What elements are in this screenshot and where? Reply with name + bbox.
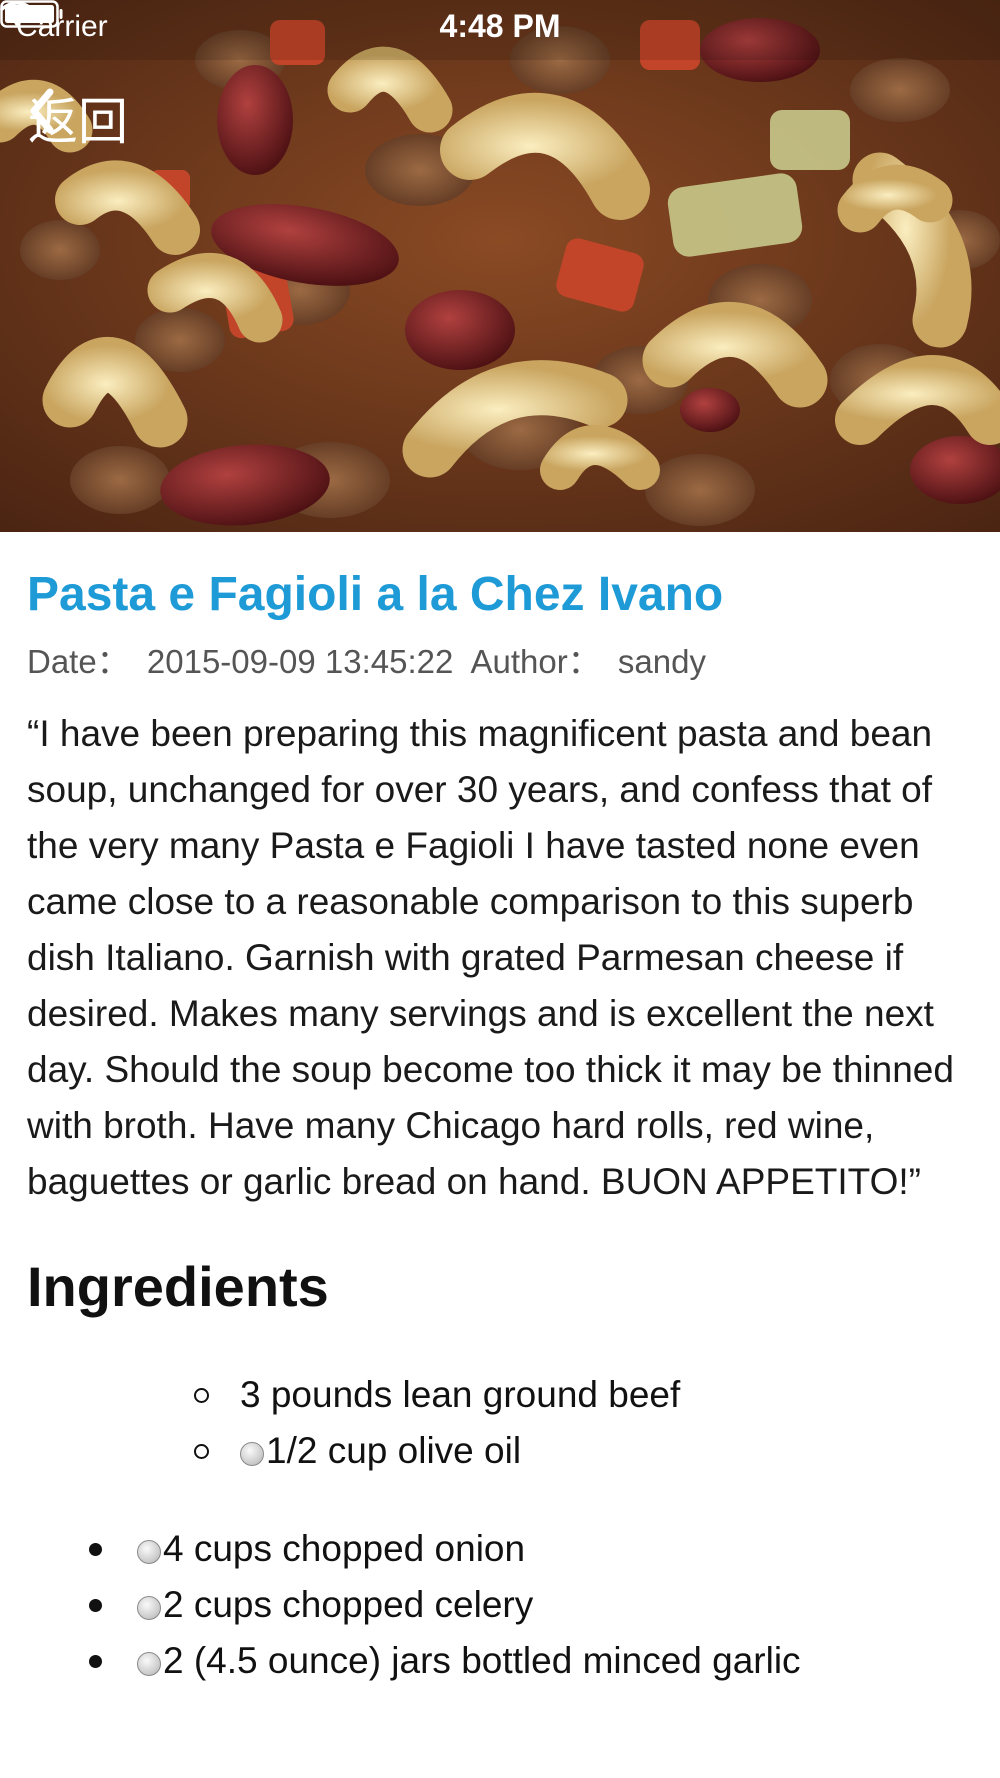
ingredient-text: 2 (4.5 ounce) jars bottled minced garlic [163,1640,801,1681]
hollow-bullet-icon [194,1444,209,1459]
ingredient-text: 3 pounds lean ground beef [240,1374,681,1415]
battery-icon [0,0,63,28]
recipe-content: Pasta e Fagioli a la Chez Ivano Date： 20… [27,560,977,1689]
author-value: sandy [617,643,706,680]
status-bar: Carrier 4:48 PM [0,0,1000,54]
radio-button-icon[interactable] [137,1596,161,1620]
radio-button-icon[interactable] [137,1652,161,1676]
author-label: Author： [470,643,601,680]
recipe-meta: Date： 2015-09-09 13:45:22 Author： sandy [27,638,977,686]
recipe-hero-image: Carrier 4:48 PM 返回 [0,0,1000,532]
ingredient-text: 4 cups chopped onion [163,1528,526,1569]
ingredients-list: 4 cups chopped onion 2 cups chopped celer… [27,1521,977,1689]
back-button[interactable]: 返回 [28,88,128,150]
recipe-description: “I have been preparing this magnificent … [27,713,954,1202]
hollow-bullet-icon [194,1388,209,1403]
ingredient-item: 1/2 cup olive oil [27,1423,977,1479]
ingredients-sublist: 3 pounds lean ground beef 1/2 cup olive o… [27,1367,977,1479]
radio-button-icon[interactable] [137,1540,161,1564]
date-value: 2015-09-09 13:45:22 [146,643,454,680]
recipe-title: Pasta e Fagioli a la Chez Ivano [27,568,724,621]
bullet-icon [89,1655,102,1668]
chevron-left-icon [30,88,54,134]
clock: 4:48 PM [439,8,561,44]
ingredient-item: 3 pounds lean ground beef [27,1367,977,1423]
food-photo [0,0,1000,532]
date-label: Date： [27,643,130,680]
bullet-icon [89,1599,102,1612]
ingredient-item: 2 (4.5 ounce) jars bottled minced garlic [27,1633,977,1689]
bullet-icon [89,1543,102,1556]
ingredients-heading: Ingredients [27,1255,329,1318]
radio-button-icon[interactable] [240,1442,264,1466]
ingredient-text: 2 cups chopped celery [163,1584,534,1625]
ingredient-item: 4 cups chopped onion [27,1521,977,1577]
ingredient-text: 1/2 cup olive oil [266,1430,522,1471]
ingredient-item: 2 cups chopped celery [27,1577,977,1633]
